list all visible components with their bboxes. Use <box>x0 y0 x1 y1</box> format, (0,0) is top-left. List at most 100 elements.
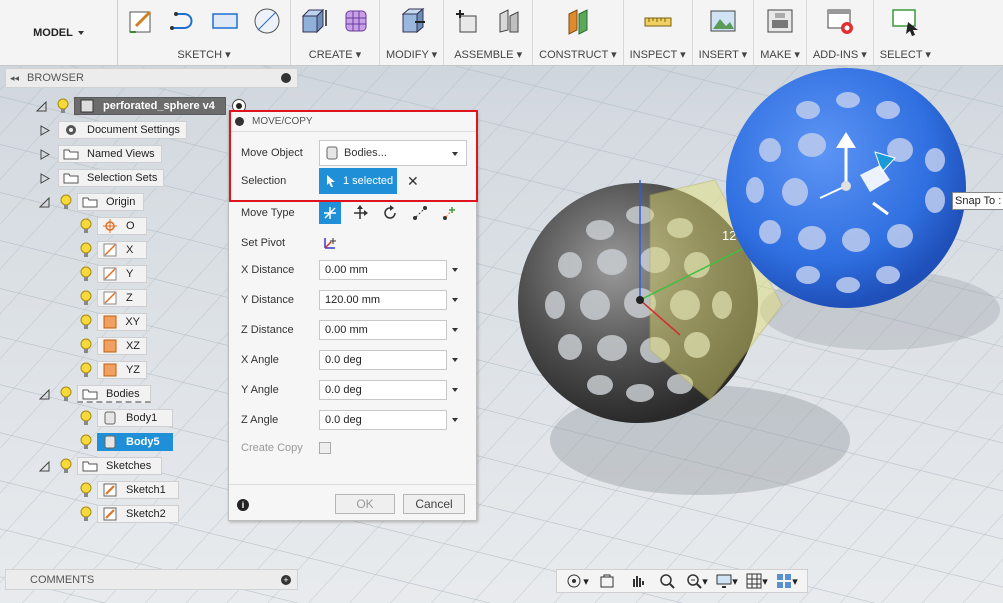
chevron-down-icon[interactable] <box>452 358 458 362</box>
lightbulb-icon[interactable] <box>78 241 94 259</box>
scripts-icon[interactable] <box>823 4 857 38</box>
y-axis-node[interactable]: Y <box>97 265 147 283</box>
form-icon[interactable] <box>339 4 373 38</box>
body1-node[interactable]: Body1 <box>97 409 173 427</box>
workspace-switcher[interactable]: MODEL <box>0 0 118 65</box>
info-icon[interactable]: i <box>237 499 249 511</box>
toolbar-group-label[interactable]: CREATE ▾ <box>309 48 361 61</box>
xz-plane-node[interactable]: XZ <box>97 337 147 355</box>
xy-plane-node[interactable]: XY <box>97 313 147 331</box>
toolbar-group-label[interactable]: MODIFY ▾ <box>386 48 437 61</box>
insert-image-icon[interactable] <box>706 4 740 38</box>
pan-icon[interactable] <box>623 571 651 591</box>
extrude-icon[interactable] <box>297 4 331 38</box>
tree-sketch2[interactable]: Sketch2 <box>78 504 179 524</box>
joint-icon[interactable] <box>492 4 526 38</box>
lightbulb-icon[interactable] <box>58 457 74 475</box>
lightbulb-icon[interactable] <box>78 313 94 331</box>
x-distance-input[interactable]: 0.00 mm <box>319 260 447 280</box>
expanded-triangle-icon[interactable] <box>39 460 50 472</box>
chevron-down-icon[interactable] <box>452 298 458 302</box>
viewports-icon[interactable]: ▾ <box>773 571 801 591</box>
clear-selection-icon[interactable]: ✕ <box>407 173 419 190</box>
lightbulb-icon[interactable] <box>78 505 94 523</box>
lightbulb-icon[interactable] <box>78 409 94 427</box>
z-distance-input[interactable]: 0.00 mm <box>319 320 447 340</box>
collapsed-triangle-icon[interactable] <box>39 172 50 184</box>
select-icon[interactable] <box>888 4 922 38</box>
toolbar-group-label[interactable]: INSPECT ▾ <box>630 48 686 61</box>
tree-origin-xz[interactable]: XZ <box>78 336 147 356</box>
tree-body1[interactable]: Body1 <box>78 408 173 428</box>
body5-node-selected[interactable]: Body5 <box>97 433 173 451</box>
toolbar-group-label[interactable]: CONSTRUCT ▾ <box>539 48 616 61</box>
tree-sketches[interactable]: Sketches <box>39 456 163 476</box>
free-move-icon[interactable] <box>319 202 341 224</box>
tree-origin-z[interactable]: Z <box>78 288 147 308</box>
tree-document-settings[interactable]: Document Settings <box>39 120 187 140</box>
line-icon[interactable] <box>166 4 200 38</box>
expanded-triangle-icon[interactable] <box>39 196 50 208</box>
collapsed-triangle-icon[interactable] <box>39 148 50 160</box>
display-settings-icon[interactable]: ▾ <box>713 571 741 591</box>
chevron-down-icon[interactable] <box>452 418 458 422</box>
selection-button[interactable]: 1 selected <box>319 168 397 194</box>
expanded-triangle-icon[interactable] <box>39 388 50 400</box>
tree-named-views[interactable]: Named Views <box>39 144 162 164</box>
new-component-icon[interactable] <box>450 4 484 38</box>
lightbulb-icon[interactable] <box>78 433 94 451</box>
tree-origin-x[interactable]: X <box>78 240 147 260</box>
chevron-down-icon[interactable] <box>452 328 458 332</box>
browser-panel-header[interactable]: ◂◂ BROWSER <box>5 68 298 88</box>
lightbulb-icon[interactable] <box>78 361 94 379</box>
offset-plane-icon[interactable] <box>561 4 595 38</box>
tree-origin-xy[interactable]: XY <box>78 312 147 332</box>
toolbar-group-label[interactable]: MAKE ▾ <box>760 48 800 61</box>
collapse-panel-icon[interactable]: ◂◂ <box>10 73 19 84</box>
named-views-node[interactable]: Named Views <box>58 145 162 163</box>
create-sketch-icon[interactable] <box>124 4 158 38</box>
selection-sets-node[interactable]: Selection Sets <box>58 169 165 187</box>
lightbulb-icon[interactable] <box>78 217 94 235</box>
lightbulb-icon[interactable] <box>78 337 94 355</box>
lightbulb-icon[interactable] <box>78 265 94 283</box>
sketches-node[interactable]: Sketches <box>77 457 163 475</box>
tree-origin[interactable]: Origin <box>39 192 145 212</box>
blue-perforated-sphere[interactable] <box>726 68 966 308</box>
3d-print-icon[interactable] <box>763 4 797 38</box>
add-comment-icon[interactable]: + <box>281 575 291 585</box>
toolbar-group-label[interactable]: ADD-INS ▾ <box>813 48 867 61</box>
lightbulb-icon[interactable] <box>58 193 74 211</box>
expanded-triangle-icon[interactable] <box>36 100 47 112</box>
orbit-icon[interactable]: ▾ <box>563 571 591 591</box>
sketch2-node[interactable]: Sketch2 <box>97 505 179 523</box>
tree-body5[interactable]: Body5 <box>78 432 173 452</box>
press-pull-icon[interactable] <box>395 4 429 38</box>
origin-node[interactable]: Origin <box>77 193 145 211</box>
toolbar-group-label[interactable]: INSERT ▾ <box>699 48 748 61</box>
lightbulb-icon[interactable] <box>78 289 94 307</box>
ok-button[interactable]: OK <box>335 494 395 514</box>
look-at-icon[interactable] <box>593 571 621 591</box>
tree-origin-y[interactable]: Y <box>78 264 147 284</box>
point-to-position-icon[interactable] <box>439 202 461 224</box>
toolbar-group-label[interactable]: SELECT ▾ <box>880 48 931 61</box>
rotate-icon[interactable] <box>379 202 401 224</box>
y-distance-input[interactable]: 120.00 mm <box>319 290 447 310</box>
x-angle-input[interactable]: 0.0 deg <box>319 350 447 370</box>
origin-point-node[interactable]: O <box>97 217 147 235</box>
minimize-icon[interactable] <box>281 73 291 83</box>
fit-icon[interactable]: ▾ <box>683 571 711 591</box>
document-settings-node[interactable]: Document Settings <box>58 121 187 139</box>
rectangle-icon[interactable] <box>208 4 242 38</box>
collapse-dialog-icon[interactable] <box>235 117 244 126</box>
collapsed-triangle-icon[interactable] <box>39 124 50 136</box>
point-to-point-icon[interactable] <box>409 202 431 224</box>
lightbulb-icon[interactable] <box>55 97 71 115</box>
chevron-down-icon[interactable] <box>452 268 458 272</box>
toolbar-group-label[interactable]: ASSEMBLE ▾ <box>454 48 522 61</box>
circle-icon[interactable] <box>250 4 284 38</box>
chevron-down-icon[interactable] <box>452 388 458 392</box>
tree-bodies[interactable]: Bodies <box>39 384 151 404</box>
tree-selection-sets[interactable]: Selection Sets <box>39 168 165 188</box>
